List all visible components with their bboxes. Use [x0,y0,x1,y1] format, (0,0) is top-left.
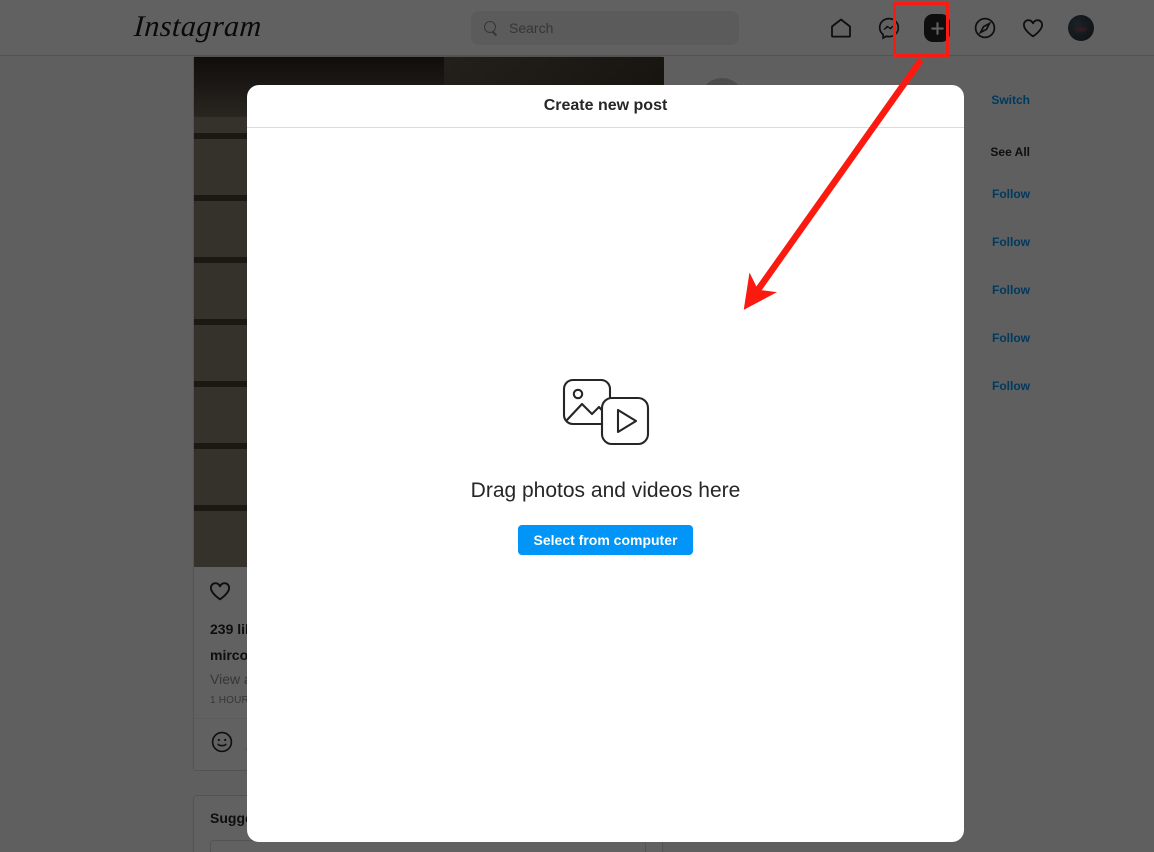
modal-title: Create new post [543,97,668,114]
drag-instruction-text: Drag photos and videos here [470,478,741,502]
instagram-app: Instagram Search [0,0,1154,852]
modal-header: Create new post [247,85,964,128]
modal-dropzone[interactable]: Drag photos and videos here Select from … [247,128,964,842]
photo-video-icon [558,376,654,459]
create-new-post-modal: Create new post Drag photos and videos h… [247,85,964,842]
select-from-computer-button[interactable]: Select from computer [517,524,694,555]
